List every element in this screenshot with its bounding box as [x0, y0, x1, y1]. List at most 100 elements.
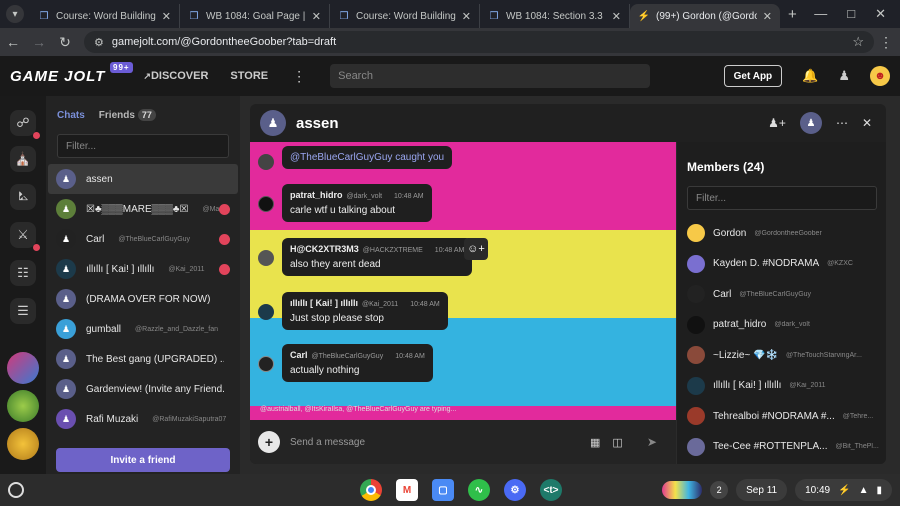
browser-tab-strip: ▾ ❒ Course: Word Building 1084 ✕ ❒ WB 1084:…: [0, 0, 900, 28]
quests-icon[interactable]: ⚔: [10, 222, 36, 248]
close-window-icon[interactable]: ✕: [875, 6, 886, 22]
browser-tab[interactable]: ❒ WB 1084: Goal Page | acec ✕: [180, 4, 330, 28]
user-avatar[interactable]: ☻: [870, 66, 890, 86]
close-icon[interactable]: ✕: [162, 10, 171, 23]
member-item[interactable]: Tehrealboi #NODRAMA #... @Tehre...: [687, 407, 883, 425]
messenger-icon[interactable]: ∿: [468, 479, 490, 501]
chat-filter-input[interactable]: Filter...: [57, 134, 229, 158]
date-pill[interactable]: Sep 11: [736, 479, 788, 501]
files-icon[interactable]: ▢: [432, 479, 454, 501]
message-bubble: @TheBlueCarlGuyGuy caught you: [282, 146, 453, 169]
chat-list-item[interactable]: ♟ ☒♣▒▒▒MARE▒▒▒♣☒ @Mare_: [48, 194, 238, 224]
tab-friends[interactable]: Friends 77: [99, 109, 156, 121]
attach-plus-icon[interactable]: +: [258, 431, 280, 453]
member-item[interactable]: Carl @TheBlueCarlGuyGuy: [687, 285, 883, 303]
member-handle: @Kai_2011: [789, 382, 826, 389]
message-input[interactable]: Send a message: [290, 437, 590, 448]
palette-icon[interactable]: [662, 481, 703, 499]
back-icon[interactable]: ←: [0, 34, 26, 50]
chat-list-item[interactable]: ♟ assen: [48, 164, 238, 194]
member-item[interactable]: patrat_hidro @dark_volt: [687, 315, 883, 334]
community-avatar[interactable]: [7, 390, 39, 422]
chat-list-item[interactable]: ♟ Rafi Muzaki @RafiMuzakiSaputra07: [48, 404, 238, 434]
new-tab-icon[interactable]: +: [788, 6, 797, 23]
nav-discover[interactable]: DISCOVER: [143, 70, 208, 82]
member-item[interactable]: ıllıllı [ Kai! ] ıllıllı @Kai_2011: [687, 376, 883, 395]
chat-list-item[interactable]: ♟ Gardenview! (Invite any Friend...: [48, 374, 238, 404]
chat-avatar: ♟: [56, 409, 76, 429]
chat-list-item[interactable]: ♟ The Best gang (UPGRADED) ...: [48, 344, 238, 374]
add-reaction-icon[interactable]: ☺+: [464, 238, 488, 260]
send-icon[interactable]: ➤: [647, 435, 657, 449]
bookmark-star-icon[interactable]: ☆: [852, 34, 864, 50]
settings-icon[interactable]: ⚙: [504, 479, 526, 501]
gif-icon[interactable]: ▦: [590, 436, 600, 449]
more-options-icon[interactable]: ⋯: [836, 116, 848, 130]
search-input[interactable]: Search: [330, 64, 651, 88]
community-avatar[interactable]: [7, 428, 39, 460]
member-name: Gordon: [713, 227, 747, 239]
forward-icon[interactable]: →: [26, 34, 52, 50]
close-icon[interactable]: ✕: [462, 10, 471, 23]
member-item[interactable]: Tee-Cee #ROTTENPLA... @Bit_ThePl...: [687, 437, 883, 456]
library-icon[interactable]: ☷: [10, 260, 36, 286]
message-text: Just stop please stop: [290, 313, 384, 324]
browser-tab[interactable]: ❒ Course: Word Building 1084 ✕: [330, 4, 480, 28]
member-handle: @dark_volt: [774, 321, 810, 328]
group-settings-avatar[interactable]: ♟: [799, 112, 822, 134]
tab-search-icon[interactable]: ▾: [6, 5, 24, 23]
address-bar[interactable]: ⚙ gamejolt.com/@GordontheeGoober?tab=dra…: [84, 31, 874, 53]
gmail-icon[interactable]: M: [396, 479, 418, 501]
terminal-icon[interactable]: <t>: [540, 479, 562, 501]
maximize-icon[interactable]: □: [847, 6, 855, 22]
message-avatar: [258, 154, 274, 170]
notification-count[interactable]: 2: [710, 481, 729, 499]
browser-tab-active[interactable]: ⚡ (99+) Gordon (@Gordonthee ✕: [630, 4, 780, 28]
sticker-icon[interactable]: ◫: [612, 436, 622, 449]
collections-icon[interactable]: ☰: [10, 298, 36, 324]
gamejolt-logo[interactable]: GAME JOLT 99+: [10, 61, 133, 85]
nav-store[interactable]: STORE: [230, 70, 268, 82]
invite-friend-button[interactable]: Invite a friend: [56, 448, 230, 472]
browser-tab[interactable]: ❒ WB 1084: Section 3.3 | acec ✕: [480, 4, 630, 28]
close-icon[interactable]: ✕: [862, 116, 872, 130]
chat-list-item[interactable]: ♟ ıllıllı [ Kai! ] ıllıllı @Kai_2011: [48, 254, 238, 284]
backpack-icon[interactable]: ⛡: [10, 184, 36, 210]
message-time: 10:48 AM: [395, 353, 425, 360]
chat-list-item[interactable]: ♟ Carl @TheBlueCarlGuyGuy: [48, 224, 238, 254]
browser-menu-icon[interactable]: ⋮: [874, 34, 898, 51]
more-menu-icon[interactable]: ⋮: [292, 68, 306, 85]
chat-list-item[interactable]: ♟ (DRAMA OVER FOR NOW): [48, 284, 238, 314]
close-icon[interactable]: ✕: [612, 10, 621, 23]
close-icon[interactable]: ✕: [763, 10, 772, 23]
community-avatar[interactable]: [7, 352, 39, 384]
site-info-icon[interactable]: ⚙: [94, 36, 104, 49]
add-member-icon[interactable]: ♟+: [768, 116, 786, 130]
message-area[interactable]: @TheBlueCarlGuyGuy caught you patrat_hid…: [250, 142, 676, 420]
minimize-icon[interactable]: —: [814, 6, 827, 22]
get-app-button[interactable]: Get App: [723, 65, 783, 87]
chrome-icon[interactable]: [360, 479, 382, 501]
member-item[interactable]: Kayden D. #NODRAMA @KZXC: [687, 254, 883, 273]
message-username[interactable]: H@CK2XTR3M3: [290, 244, 359, 254]
chat-icon[interactable]: ☍: [10, 110, 36, 136]
store-icon[interactable]: ⛪: [10, 146, 36, 172]
close-icon[interactable]: ✕: [312, 10, 321, 23]
chat-list-item[interactable]: ♟ gumball @Razzle_and_Dazzle_fan: [48, 314, 238, 344]
launcher-icon[interactable]: [8, 482, 24, 498]
member-name: ~Lizzie~ 💎❄️: [713, 349, 778, 361]
reload-icon[interactable]: ↻: [52, 34, 78, 51]
member-item[interactable]: Gordon @GordontheeGoober: [687, 224, 883, 242]
message-username[interactable]: patrat_hidro: [290, 190, 343, 200]
member-item[interactable]: ~Lizzie~ 💎❄️ @TheTouchStarvingAr...: [687, 346, 883, 364]
message-username[interactable]: ıllıllı [ Kai! ] ıllıllı: [290, 298, 358, 308]
message-username[interactable]: Carl: [290, 350, 308, 360]
status-area[interactable]: 10:49 ⚡ ▲ ▮: [795, 479, 892, 501]
friends-icon[interactable]: ♟: [838, 68, 850, 84]
date-text: Sep 11: [746, 484, 778, 496]
members-filter-input[interactable]: Filter...: [687, 186, 877, 210]
message-handle: @Kai_2011: [362, 301, 399, 308]
browser-tab[interactable]: ❒ Course: Word Building 1084 ✕: [30, 4, 180, 28]
tab-chats[interactable]: Chats: [57, 110, 85, 121]
bell-icon[interactable]: 🔔: [802, 68, 818, 84]
